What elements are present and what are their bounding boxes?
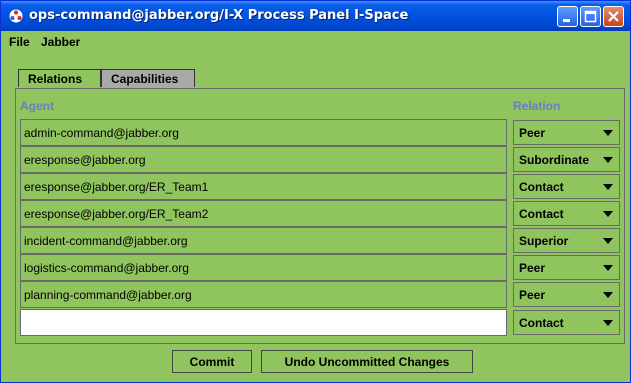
relation-dropdown[interactable]: Peer [513, 255, 620, 280]
table-row: logistics-command@jabber.org Peer [20, 254, 620, 281]
table-row: eresponse@jabber.org/ER_Team1 Contact [20, 173, 620, 200]
dropdown-arrow-icon[interactable] [603, 292, 613, 298]
agent-column-header: Agent [20, 99, 54, 113]
table-row: planning-command@jabber.org Peer [20, 281, 620, 308]
commit-button[interactable]: Commit [172, 350, 252, 373]
undo-changes-button[interactable]: Undo Uncommitted Changes [261, 350, 473, 373]
minimize-icon [563, 19, 570, 22]
agent-cell[interactable]: incident-command@jabber.org [20, 227, 507, 254]
menu-bar: File Jabber [1, 31, 630, 53]
close-icon [608, 11, 619, 22]
menu-jabber[interactable]: Jabber [41, 35, 80, 49]
tab-relations[interactable]: Relations [18, 69, 101, 87]
relation-value: Subordinate [519, 153, 590, 167]
new-agent-input[interactable] [20, 309, 507, 336]
relation-value: Contact [519, 316, 564, 330]
relations-panel: Agent Relation admin-command@jabber.org … [15, 88, 625, 344]
relation-value: Contact [519, 207, 564, 221]
dropdown-arrow-icon[interactable] [603, 265, 613, 271]
agent-cell[interactable]: logistics-command@jabber.org [20, 254, 507, 281]
dropdown-arrow-icon[interactable] [603, 184, 613, 190]
relation-value: Contact [519, 180, 564, 194]
dropdown-arrow-icon[interactable] [603, 211, 613, 217]
close-button[interactable] [603, 6, 624, 27]
relation-value: Superior [519, 234, 569, 248]
maximize-icon [584, 10, 597, 23]
dropdown-arrow-icon[interactable] [603, 238, 613, 244]
app-window: ops-command@jabber.org/I-X Process Panel… [0, 0, 631, 383]
title-bar[interactable]: ops-command@jabber.org/I-X Process Panel… [1, 1, 630, 31]
relation-value: Peer [519, 261, 546, 275]
relation-dropdown[interactable]: Subordinate [513, 147, 620, 172]
agent-cell[interactable]: eresponse@jabber.org/ER_Team1 [20, 173, 507, 200]
agent-cell[interactable]: planning-command@jabber.org [20, 281, 507, 308]
new-agent-row: Contact [20, 309, 620, 336]
dropdown-arrow-icon[interactable] [603, 320, 613, 326]
table-row: eresponse@jabber.org/ER_Team2 Contact [20, 200, 620, 227]
relation-dropdown[interactable]: Superior [513, 228, 620, 253]
tab-strip: Relations Capabilities [1, 53, 630, 89]
agent-cell[interactable]: eresponse@jabber.org/ER_Team2 [20, 200, 507, 227]
agent-cell[interactable]: admin-command@jabber.org [20, 119, 507, 146]
relation-value: Peer [519, 126, 546, 140]
table-row: eresponse@jabber.org Subordinate [20, 146, 620, 173]
tab-capabilities[interactable]: Capabilities [101, 69, 195, 87]
menu-file[interactable]: File [9, 35, 30, 49]
relation-dropdown[interactable]: Contact [513, 310, 620, 335]
maximize-button[interactable] [580, 6, 601, 27]
relation-dropdown[interactable]: Contact [513, 201, 620, 226]
relation-value: Peer [519, 288, 546, 302]
dropdown-arrow-icon[interactable] [603, 130, 613, 136]
table-row: incident-command@jabber.org Superior [20, 227, 620, 254]
agent-cell[interactable]: eresponse@jabber.org [20, 146, 507, 173]
relation-dropdown[interactable]: Peer [513, 282, 620, 307]
minimize-button[interactable] [557, 6, 578, 27]
relation-dropdown[interactable]: Contact [513, 174, 620, 199]
table-row: admin-command@jabber.org Peer [20, 119, 620, 146]
app-icon [9, 9, 23, 23]
window-title: ops-command@jabber.org/I-X Process Panel… [29, 8, 409, 23]
relation-column-header: Relation [513, 99, 561, 113]
dropdown-arrow-icon[interactable] [603, 157, 613, 163]
relation-dropdown[interactable]: Peer [513, 120, 620, 145]
